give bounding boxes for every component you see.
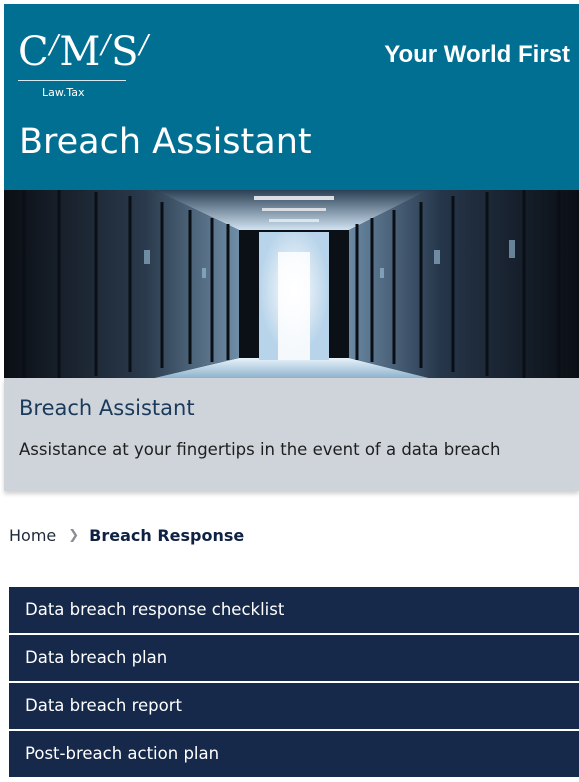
cms-logo-mark: C/M/S/ xyxy=(18,29,150,75)
breadcrumb-current: Breach Response xyxy=(89,526,245,545)
server-room-hero-image xyxy=(4,190,579,378)
menu-item-post-breach-action-plan[interactable]: Post-breach action plan xyxy=(9,731,579,777)
menu-item-breach-plan[interactable]: Data breach plan xyxy=(9,635,579,681)
cms-logo[interactable]: C/M/S/ Law.Tax xyxy=(18,22,150,106)
chevron-right-icon: ❯ xyxy=(68,528,80,543)
menu-item-response-checklist[interactable]: Data breach response checklist xyxy=(9,587,579,633)
intro-title: Breach Assistant xyxy=(19,396,195,420)
app-header: C/M/S/ Law.Tax Your World First Breach A… xyxy=(4,4,579,190)
app-title: Breach Assistant xyxy=(19,122,312,162)
intro-subtitle: Assistance at your fingertips in the eve… xyxy=(19,440,501,459)
intro-banner: Breach Assistant Assistance at your fing… xyxy=(4,378,579,491)
slogan: Your World First xyxy=(384,41,570,68)
breadcrumb: Home ❯ Breach Response xyxy=(9,526,244,545)
logo-divider xyxy=(18,80,126,81)
logo-subtitle: Law.Tax xyxy=(42,86,85,99)
menu-item-breach-report[interactable]: Data breach report xyxy=(9,683,579,729)
breadcrumb-home-link[interactable]: Home xyxy=(9,526,56,545)
breach-response-menu: Data breach response checklist Data brea… xyxy=(9,587,579,779)
